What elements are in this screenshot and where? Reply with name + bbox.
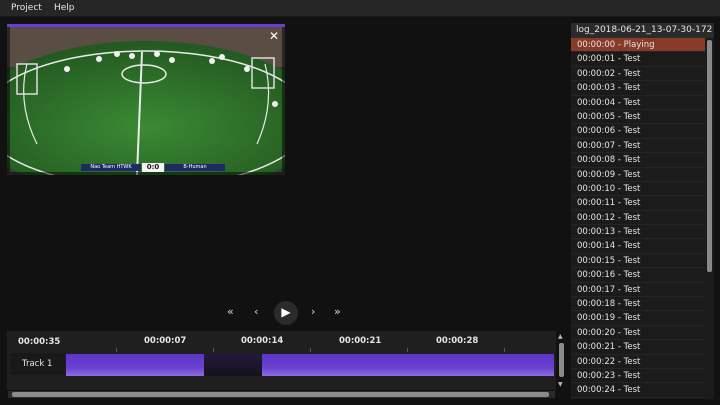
scoreboard-left-team: Nao Team HTWK <box>81 164 141 171</box>
scroll-down-icon[interactable]: ▼ <box>558 381 563 388</box>
track-gap <box>204 354 262 376</box>
timeline-ruler <box>67 348 553 352</box>
track-label: Track 1 <box>10 353 65 375</box>
log-item[interactable]: 00:00:13 - Test <box>571 225 705 240</box>
scrollbar-thumb[interactable] <box>559 343 564 377</box>
menu-help[interactable]: Help <box>54 3 75 13</box>
log-item[interactable]: 00:00:10 - Test <box>571 182 705 197</box>
track-segment[interactable] <box>66 354 204 376</box>
step-back-icon[interactable]: ‹ <box>254 305 258 318</box>
skip-forward-icon[interactable]: » <box>334 305 341 318</box>
ruler-tick <box>310 348 311 352</box>
log-panel: log_2018-06-21_13-07-30-172 00:00:00 - P… <box>571 23 714 399</box>
timeline-tick-label: 00:00:21 <box>339 336 382 346</box>
log-item[interactable]: 00:00:12 - Test <box>571 211 705 226</box>
scoreboard-right-team: B-Human <box>165 164 225 171</box>
log-item[interactable]: 00:00:21 - Test <box>571 340 705 355</box>
log-item[interactable]: 00:00:20 - Test <box>571 326 705 341</box>
timeline-tick-label: 00:00:07 <box>144 336 187 346</box>
log-item[interactable]: 00:00:22 - Test <box>571 355 705 369</box>
play-button[interactable]: ▶ <box>274 301 298 325</box>
menu-bar: Project Help <box>0 0 720 17</box>
scoreboard-score: 0:0 <box>142 163 164 172</box>
log-item[interactable]: 00:00:05 - Test <box>571 110 705 125</box>
scrollbar-thumb[interactable] <box>12 392 549 397</box>
log-item[interactable]: 00:00:18 - Test <box>571 297 705 312</box>
playback-controls: « ‹ ▶ › » <box>222 301 352 325</box>
video-frame <box>7 24 285 175</box>
ruler-tick <box>407 348 408 352</box>
track-segment[interactable] <box>262 354 554 376</box>
log-item[interactable]: 00:00:02 - Test <box>571 67 705 82</box>
log-scrollbar[interactable] <box>705 38 714 399</box>
step-forward-icon[interactable]: › <box>311 305 315 318</box>
log-item[interactable]: 00:00:23 - Test <box>571 369 705 384</box>
current-time: 00:00:35 <box>18 337 61 347</box>
log-item[interactable]: 00:00:14 - Test <box>571 239 705 254</box>
log-item[interactable]: 00:00:24 - Test <box>571 383 705 398</box>
ruler-tick <box>213 348 214 352</box>
ruler-tick <box>504 348 505 352</box>
timeline[interactable]: 00:00:35 00:00:07 00:00:14 00:00:21 00:0… <box>7 331 556 390</box>
log-item[interactable]: 00:00:08 - Test <box>571 153 705 168</box>
timeline-vertical-scrollbar[interactable]: ▲ ▼ <box>557 333 566 388</box>
close-icon[interactable]: ✕ <box>269 29 279 43</box>
timeline-tick-label: 00:00:28 <box>436 336 479 346</box>
log-item[interactable]: 00:00:09 - Test <box>571 168 705 182</box>
menu-project[interactable]: Project <box>11 3 42 13</box>
log-item[interactable]: 00:00:16 - Test <box>571 268 705 283</box>
log-item[interactable]: 00:00:03 - Test <box>571 81 705 96</box>
scrollbar-thumb[interactable] <box>707 40 712 272</box>
scroll-up-icon[interactable]: ▲ <box>558 333 563 340</box>
log-item[interactable]: 00:00:19 - Test <box>571 311 705 326</box>
log-item[interactable]: 00:00:15 - Test <box>571 254 705 269</box>
log-item[interactable]: 00:00:00 - Playing <box>571 38 705 53</box>
scoreboard: Nao Team HTWK 0:0 B-Human <box>81 163 225 173</box>
track-row[interactable]: Track 1 <box>10 353 556 376</box>
skip-back-icon[interactable]: « <box>227 305 234 318</box>
timeline-tick-label: 00:00:14 <box>241 336 284 346</box>
log-item[interactable]: 00:00:01 - Test <box>571 52 705 67</box>
log-title: log_2018-06-21_13-07-30-172 <box>571 23 714 38</box>
log-item[interactable]: 00:00:11 - Test <box>571 196 705 211</box>
timeline-horizontal-scrollbar[interactable] <box>8 391 555 398</box>
ruler-tick <box>116 348 117 352</box>
log-item[interactable]: 00:00:06 - Test <box>571 124 705 139</box>
log-item[interactable]: 00:00:17 - Test <box>571 283 705 298</box>
log-item[interactable]: 00:00:04 - Test <box>571 96 705 110</box>
log-item[interactable]: 00:00:07 - Test <box>571 139 705 154</box>
video-accent-bar <box>7 24 285 27</box>
log-list: 00:00:00 - Playing 00:00:01 - Test 00:00:0… <box>571 38 705 399</box>
video-player[interactable]: ✕ Nao Team HTWK 0:0 B-Human <box>7 24 285 175</box>
